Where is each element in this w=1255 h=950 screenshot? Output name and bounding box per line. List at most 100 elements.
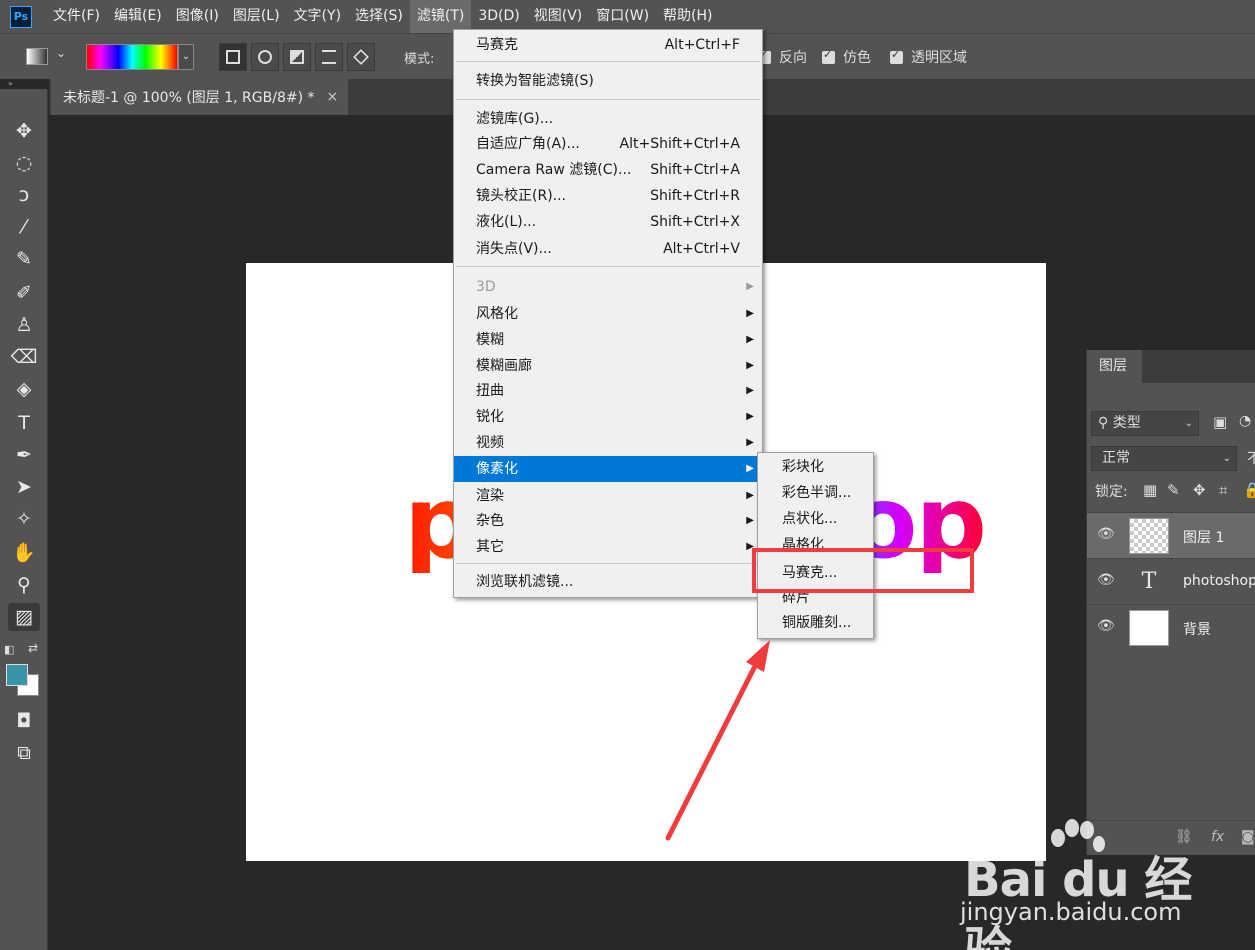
dither-checkbox[interactable]: 仿色 [822, 47, 871, 67]
magic-wand-tool-icon[interactable]: ⁄ [8, 213, 40, 241]
move-tool-icon[interactable]: ✥ [8, 117, 40, 145]
transparency-checkbox[interactable]: 透明区域 [890, 47, 967, 67]
screen-mode-icon[interactable]: ⧉ [8, 739, 40, 767]
visibility-eye-icon[interactable]: 👁 [1097, 526, 1115, 542]
layers-tab[interactable]: 图层 [1087, 350, 1142, 383]
gradient-editor-swatch[interactable] [86, 44, 178, 70]
menu-layer[interactable]: 图层(L) [226, 0, 287, 33]
eraser-tool-icon[interactable]: ⌫ [8, 343, 40, 371]
swap-colors-icon[interactable]: ⇄ [28, 641, 38, 655]
mask-icon[interactable]: ◙ [1241, 829, 1255, 845]
menu-item-label: 锐化 [476, 409, 504, 425]
lock-image-icon[interactable]: ✎ [1167, 481, 1180, 499]
paint-bucket-tool-icon[interactable]: ◈ [8, 375, 40, 403]
layer-row-photoshop[interactable]: 👁 T photoshop [1087, 558, 1255, 604]
diamond-gradient-button[interactable] [347, 43, 375, 71]
menu-item-convert-smart-filter[interactable]: 转换为智能滤镜(S) [454, 68, 762, 94]
lock-position-icon[interactable]: ✥ [1193, 481, 1206, 499]
layers-panel: 图层 ⚲ 类型 ⌄ ▣ ◔ 正常 ⌄ 不 锁定: ▦ ✎ ✥ ⌗ 🔒 👁 图层 … [1086, 350, 1255, 855]
default-colors-icon[interactable]: ◧ [4, 643, 14, 656]
chevron-down-icon[interactable]: ⌄ [56, 46, 66, 60]
layer-row-background[interactable]: 👁 背景 [1087, 604, 1255, 650]
zoom-tool-icon[interactable]: ⚲ [8, 571, 40, 599]
menu-item-lens-correction[interactable]: 镜头校正(R)... Shift+Ctrl+R [454, 183, 762, 209]
shape-tool-icon[interactable]: ✧ [8, 505, 40, 533]
blend-mode-select[interactable]: 正常 ⌄ [1091, 446, 1237, 471]
menu-item-stylize[interactable]: 风格化 ▶ [454, 301, 762, 327]
layer-row-layer1[interactable]: 👁 图层 1 [1087, 512, 1255, 558]
menu-item-label: Camera Raw 滤镜(C)... [476, 162, 632, 178]
menu-item-video[interactable]: 视频 ▶ [454, 430, 762, 456]
menu-item-pixelate[interactable]: 像素化 ▶ [454, 456, 762, 482]
menu-item-distort[interactable]: 扭曲 ▶ [454, 378, 762, 404]
lock-all-icon[interactable]: 🔒 [1243, 481, 1255, 499]
hand-tool-icon[interactable]: ✋ [8, 539, 40, 567]
marquee-tool-icon[interactable]: ◌ [8, 149, 40, 177]
menu-edit[interactable]: 编辑(E) [107, 0, 169, 33]
angle-gradient-button[interactable] [283, 43, 311, 71]
foreground-color-swatch[interactable] [6, 664, 28, 686]
menu-file[interactable]: 文件(F) [46, 0, 107, 33]
close-tab-icon[interactable]: × [327, 89, 339, 105]
menu-item-label: 马赛克 [476, 37, 518, 53]
visibility-eye-icon[interactable]: 👁 [1097, 572, 1115, 588]
menu-item-label: 杂色 [476, 513, 504, 529]
submenu-arrow-icon: ▶ [746, 308, 754, 319]
menu-item-camera-raw[interactable]: Camera Raw 滤镜(C)... Shift+Ctrl+A [454, 157, 762, 183]
menu-item-adaptive-wide-angle[interactable]: 自适应广角(A)... Alt+Shift+Ctrl+A [454, 131, 762, 157]
menu-item-label: 液化(L)... [476, 214, 537, 230]
menu-item-other[interactable]: 其它 ▶ [454, 534, 762, 560]
radial-gradient-button[interactable] [251, 43, 279, 71]
fx-icon[interactable]: fx [1211, 829, 1224, 845]
image-filter-icon[interactable]: ▣ [1213, 413, 1227, 431]
document-tab[interactable]: 未标题-1 @ 100% (图层 1, RGB/8#) * × [51, 79, 348, 115]
lasso-tool-icon[interactable]: ↄ [8, 181, 40, 209]
menu-item-sharpen[interactable]: 锐化 ▶ [454, 404, 762, 430]
menu-item-browse-online[interactable]: 浏览联机滤镜... [454, 569, 762, 595]
quick-mask-icon[interactable]: ◘ [8, 707, 40, 735]
adjustment-filter-icon[interactable]: ◔ [1239, 413, 1251, 429]
reflected-gradient-button[interactable] [315, 43, 343, 71]
menu-item-label: 镜头校正(R)... [476, 188, 567, 204]
menu-item-label: 视频 [476, 435, 504, 451]
menu-item-liquify[interactable]: 液化(L)... Shift+Ctrl+X [454, 209, 762, 235]
lock-artboard-icon[interactable]: ⌗ [1219, 481, 1227, 499]
reverse-checkbox[interactable]: 反向 [758, 47, 807, 67]
visibility-eye-icon[interactable]: 👁 [1097, 618, 1115, 634]
submenu-item-mezzotint[interactable]: 铜版雕刻... [758, 610, 873, 636]
submenu-item-pointillize[interactable]: 点状化... [758, 506, 873, 532]
menu-item-render[interactable]: 渲染 ▶ [454, 483, 762, 509]
lock-transparent-icon[interactable]: ▦ [1143, 481, 1157, 499]
menu-item-label: 风格化 [476, 306, 518, 322]
toolbar-collapse-icon[interactable]: » [0, 79, 48, 89]
menu-item-vanishing-point[interactable]: 消失点(V)... Alt+Ctrl+V [454, 236, 762, 262]
submenu-item-color-halftone[interactable]: 彩色半调... [758, 480, 873, 506]
menu-item-label: 模糊 [476, 332, 504, 348]
dither-label: 仿色 [843, 50, 871, 66]
layer-filter-select[interactable]: ⚲ 类型 ⌄ [1091, 411, 1199, 436]
menu-item-label: 3D [476, 279, 496, 295]
gradient-tool-icon[interactable]: ▨ [8, 603, 40, 631]
eyedropper-tool-icon[interactable]: ✎ [8, 245, 40, 273]
menu-item-shortcut: Shift+Ctrl+R [650, 188, 740, 204]
path-selection-tool-icon[interactable]: ➤ [8, 473, 40, 501]
menu-image[interactable]: 图像(I) [169, 0, 226, 33]
menu-item-label: 自适应广角(A)... [476, 136, 580, 152]
menu-item-last-filter[interactable]: 马赛克 Alt+Ctrl+F [454, 32, 762, 58]
pen-tool-icon[interactable]: ✒ [8, 441, 40, 469]
menu-item-label: 模糊画廊 [476, 358, 532, 374]
brush-tool-icon[interactable]: ✐ [8, 279, 40, 307]
gradient-tool-preset-icon[interactable] [26, 48, 48, 65]
type-tool-icon[interactable]: T [8, 409, 40, 437]
menu-item-blur[interactable]: 模糊 ▶ [454, 327, 762, 353]
menu-item-noise[interactable]: 杂色 ▶ [454, 508, 762, 534]
menu-item-blur-gallery[interactable]: 模糊画廊 ▶ [454, 353, 762, 379]
menu-type[interactable]: 文字(Y) [287, 0, 348, 33]
submenu-item-facet[interactable]: 彩块化 [758, 454, 873, 480]
menu-item-filter-gallery[interactable]: 滤镜库(G)... [454, 106, 762, 132]
stamp-tool-icon[interactable]: ♙ [8, 311, 40, 339]
menu-select[interactable]: 选择(S) [348, 0, 410, 33]
linear-gradient-button[interactable] [219, 43, 247, 71]
text-layer-icon: T [1141, 569, 1157, 594]
gradient-picker-chevron-icon[interactable]: ⌄ [178, 44, 194, 70]
